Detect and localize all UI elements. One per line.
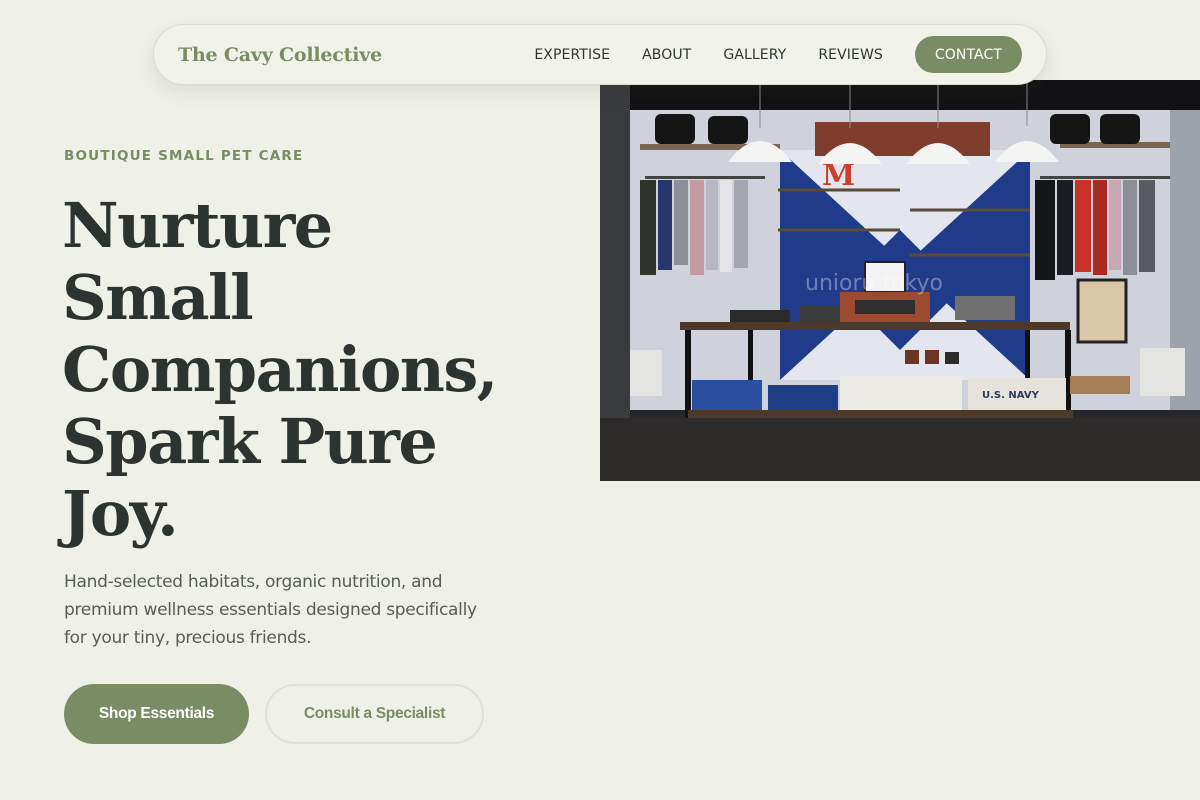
nav-links: EXPERTISE ABOUT GALLERY REVIEWS CONTACT [534,36,1022,73]
boutique-interior-photo: M U.S. NAVY unioru tokyo [600,80,1200,481]
headline-line: Nurture [62,189,333,262]
contact-button[interactable]: CONTACT [914,36,1022,73]
nav-link-expertise[interactable]: EXPERTISE [534,47,610,63]
crate-label: U.S. NAVY [982,390,1040,401]
photo-watermark: unioru tokyo [805,271,943,296]
consult-specialist-button[interactable]: Consult a Specialist [265,684,484,744]
shop-essentials-button[interactable]: Shop Essentials [64,684,249,744]
headline-line: Small [62,261,254,334]
nav-link-gallery[interactable]: GALLERY [723,47,786,63]
hero-headline: Nurture Small Companions, Spark Pure Joy… [62,190,532,550]
hero-subheading: Hand-selected habitats, organic nutritio… [64,572,477,648]
hero-eyebrow: BOUTIQUE SMALL PET CARE [64,148,304,164]
hero-image: M U.S. NAVY unioru tokyo [600,80,1200,481]
headline-line: Spark Pure [62,405,438,478]
headline-line: Joy. [62,477,179,550]
top-navigation: The Cavy Collective EXPERTISE ABOUT GALL… [153,24,1047,85]
headline-line: Companions, [62,333,498,406]
nav-link-about[interactable]: ABOUT [642,47,691,63]
brand-logo[interactable]: The Cavy Collective [178,44,382,66]
nav-link-reviews[interactable]: REVIEWS [818,47,883,63]
